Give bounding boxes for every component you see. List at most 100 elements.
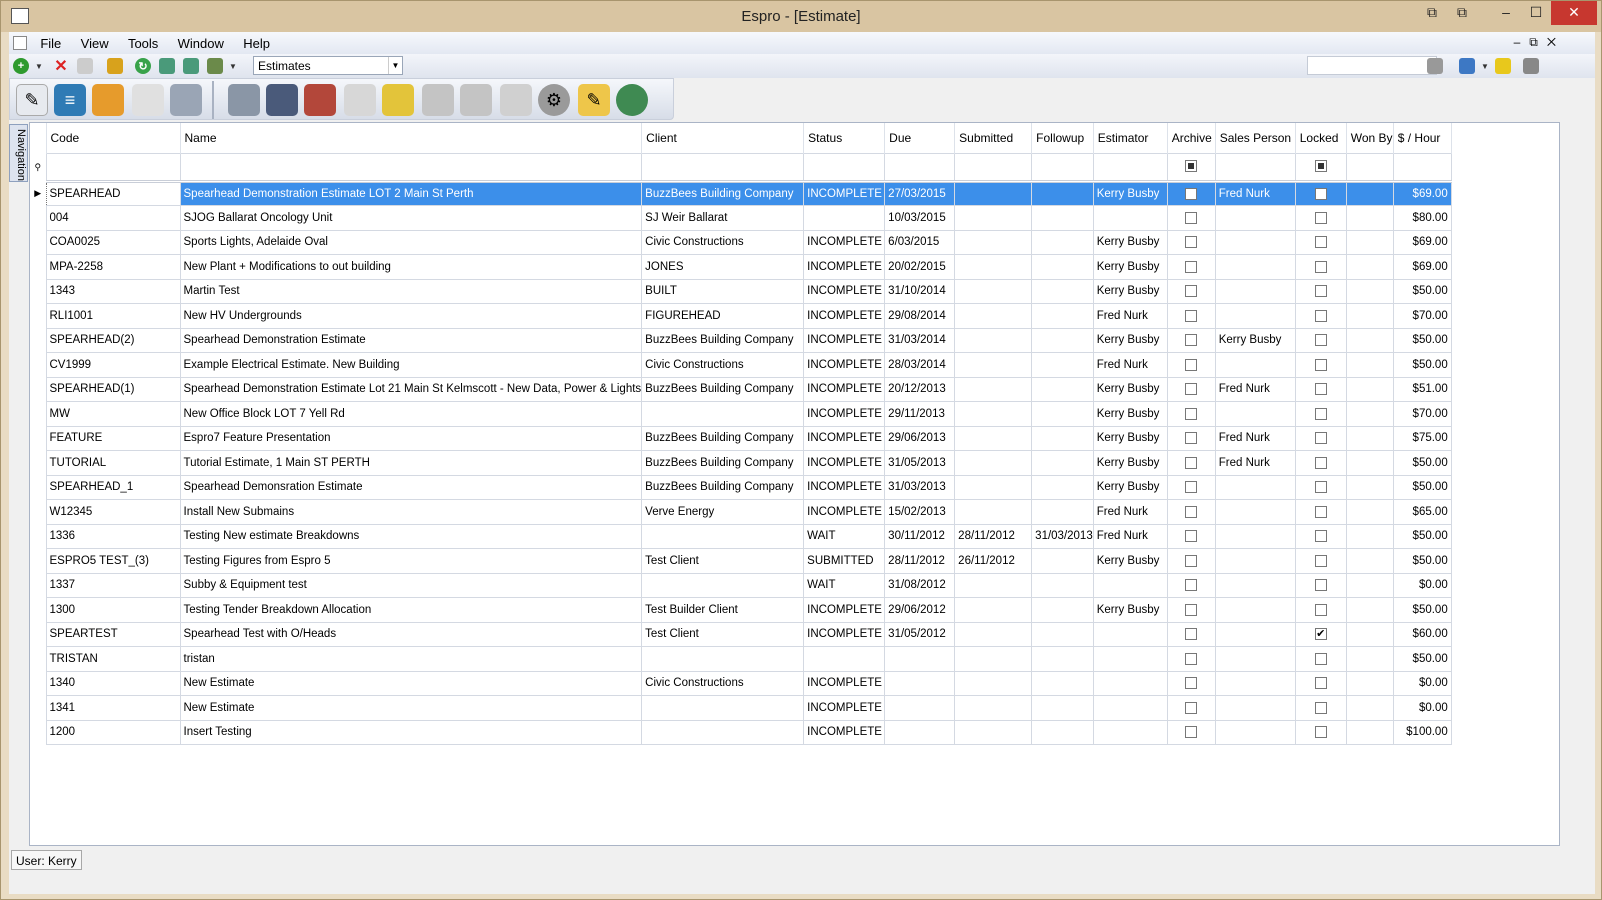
cell-client[interactable]: BuzzBees Building Company <box>641 376 805 402</box>
table-row[interactable]: 1200 Insert Testing INCOMPLETE $100.00 <box>30 719 1452 745</box>
cell-due[interactable]: 20/12/2013 <box>884 376 956 402</box>
cell-due[interactable]: 31/03/2013 <box>884 474 956 500</box>
cell-locked-checkbox[interactable] <box>1314 701 1327 714</box>
row-selector[interactable] <box>30 426 46 451</box>
cell-submitted[interactable] <box>954 303 1033 329</box>
cell-archive[interactable] <box>1166 646 1216 672</box>
cell-sales-person[interactable]: Fred Nurk <box>1214 180 1296 206</box>
cell-due[interactable]: 28/11/2012 <box>884 548 956 574</box>
menu-tools[interactable]: Tools <box>120 32 166 55</box>
cell-due[interactable]: 15/02/2013 <box>884 499 956 525</box>
print-icon[interactable] <box>207 58 223 74</box>
cell-locked[interactable] <box>1294 670 1347 696</box>
cell-archive[interactable] <box>1166 180 1216 206</box>
cell-sales-person[interactable] <box>1214 695 1296 721</box>
cell-followup[interactable] <box>1031 401 1094 427</box>
row-selector[interactable] <box>30 720 46 745</box>
col-header-won-by[interactable]: Won By <box>1346 123 1394 153</box>
cell-followup[interactable] <box>1031 327 1094 353</box>
cell-archive[interactable] <box>1166 425 1216 451</box>
row-selector[interactable] <box>30 500 46 525</box>
cell-won-by[interactable] <box>1345 474 1394 500</box>
cell-name[interactable]: Spearhead Demonstration Estimate LOT 2 M… <box>179 180 643 206</box>
cell-won-by[interactable] <box>1345 523 1394 549</box>
menu-window[interactable]: Window <box>170 32 232 55</box>
cell-estimator[interactable] <box>1092 719 1168 745</box>
cell-sales-person[interactable] <box>1214 523 1296 549</box>
filter-won-by[interactable] <box>1345 152 1394 183</box>
cell-estimator[interactable]: Kerry Busby <box>1092 254 1168 280</box>
cell-archive[interactable] <box>1166 205 1216 231</box>
cell-rate[interactable]: $65.00 <box>1392 499 1452 525</box>
cell-sales-person[interactable] <box>1214 229 1296 255</box>
materials-icon[interactable] <box>228 84 260 116</box>
cell-rate[interactable]: $75.00 <box>1392 425 1452 451</box>
cell-due[interactable]: 27/03/2015 <box>884 180 956 206</box>
save-icon[interactable] <box>1459 58 1475 74</box>
cell-estimator[interactable]: Kerry Busby <box>1092 229 1168 255</box>
cell-followup[interactable] <box>1031 670 1094 696</box>
cell-archive-checkbox[interactable] <box>1185 726 1198 739</box>
cell-sales-person[interactable] <box>1214 646 1296 672</box>
cell-locked-checkbox[interactable] <box>1314 554 1327 567</box>
highlight-icon[interactable] <box>1495 58 1511 74</box>
col-header-rate[interactable]: $ / Hour <box>1393 123 1452 153</box>
cell-submitted[interactable] <box>954 205 1033 231</box>
table-row[interactable]: SPEARTEST Spearhead Test with O/Heads Test… <box>30 621 1452 647</box>
cell-client[interactable]: BuzzBees Building Company <box>641 180 805 206</box>
cell-locked[interactable] <box>1294 303 1347 329</box>
title-bar[interactable]: Espro - [Estimate] ⧉ ⧉ – ☐ ✕ <box>1 1 1601 32</box>
row-selector[interactable] <box>30 549 46 574</box>
cell-archive[interactable] <box>1166 254 1216 280</box>
cell-client[interactable]: JONES <box>641 254 805 280</box>
cell-archive-checkbox[interactable] <box>1185 309 1198 322</box>
notes-icon[interactable]: ✎ <box>16 84 48 116</box>
cell-locked[interactable] <box>1294 205 1347 231</box>
cell-submitted[interactable] <box>954 401 1033 427</box>
cell-client[interactable] <box>641 719 805 745</box>
cell-locked[interactable] <box>1294 401 1347 427</box>
cell-submitted[interactable] <box>954 327 1033 353</box>
cell-archive[interactable] <box>1166 597 1216 623</box>
cell-estimator[interactable]: Kerry Busby <box>1092 401 1168 427</box>
cell-followup[interactable] <box>1031 376 1094 402</box>
cell-submitted[interactable] <box>954 621 1033 647</box>
table-row[interactable]: TRISTAN tristan $50.00 <box>30 646 1452 672</box>
minimize-button[interactable]: – <box>1491 1 1521 25</box>
cell-estimator[interactable]: Kerry Busby <box>1092 450 1168 476</box>
cell-won-by[interactable] <box>1345 572 1394 598</box>
cell-locked-checkbox[interactable] <box>1314 309 1327 322</box>
cell-estimator[interactable]: Fred Nurk <box>1092 499 1168 525</box>
table-row[interactable]: CV1999 Example Electrical Estimate. New B… <box>30 352 1452 378</box>
cell-archive[interactable] <box>1166 327 1216 353</box>
cell-archive[interactable] <box>1166 499 1216 525</box>
table-row[interactable]: 1300 Testing Tender Breakdown Allocation T… <box>30 597 1452 623</box>
cell-followup[interactable] <box>1031 548 1094 574</box>
menu-file[interactable]: File <box>32 32 69 55</box>
row-selector[interactable] <box>30 696 46 721</box>
col-header-status[interactable]: Status <box>803 123 886 153</box>
cell-locked-checkbox[interactable] <box>1314 407 1327 420</box>
cell-submitted[interactable] <box>954 597 1033 623</box>
cell-due[interactable]: 31/03/2014 <box>884 327 956 353</box>
cell-status[interactable]: INCOMPLETE <box>803 229 886 255</box>
cell-client[interactable] <box>641 401 805 427</box>
cell-client[interactable] <box>641 646 805 672</box>
cell-client[interactable]: Civic Constructions <box>641 670 805 696</box>
chart-icon[interactable] <box>304 84 336 116</box>
cell-due[interactable]: 29/06/2012 <box>884 597 956 623</box>
cell-submitted[interactable] <box>954 695 1033 721</box>
cell-archive-checkbox[interactable] <box>1185 432 1198 445</box>
cell-archive-checkbox[interactable] <box>1185 260 1198 273</box>
cell-submitted[interactable] <box>954 719 1033 745</box>
snap-icon[interactable]: ⧉ <box>1447 1 1477 25</box>
cell-locked[interactable] <box>1294 425 1347 451</box>
cell-status[interactable]: INCOMPLETE <box>803 425 886 451</box>
cell-followup[interactable] <box>1031 229 1094 255</box>
cell-name[interactable]: New HV Undergrounds <box>179 303 643 329</box>
col-header-estimator[interactable]: Estimator <box>1093 123 1168 153</box>
row-selector[interactable] <box>30 524 46 549</box>
restore-left-icon[interactable]: ⧉ <box>1417 1 1447 25</box>
cell-locked-checkbox[interactable] <box>1314 603 1327 616</box>
cell-code[interactable]: ESPRO5 TEST_(3) <box>45 548 181 574</box>
